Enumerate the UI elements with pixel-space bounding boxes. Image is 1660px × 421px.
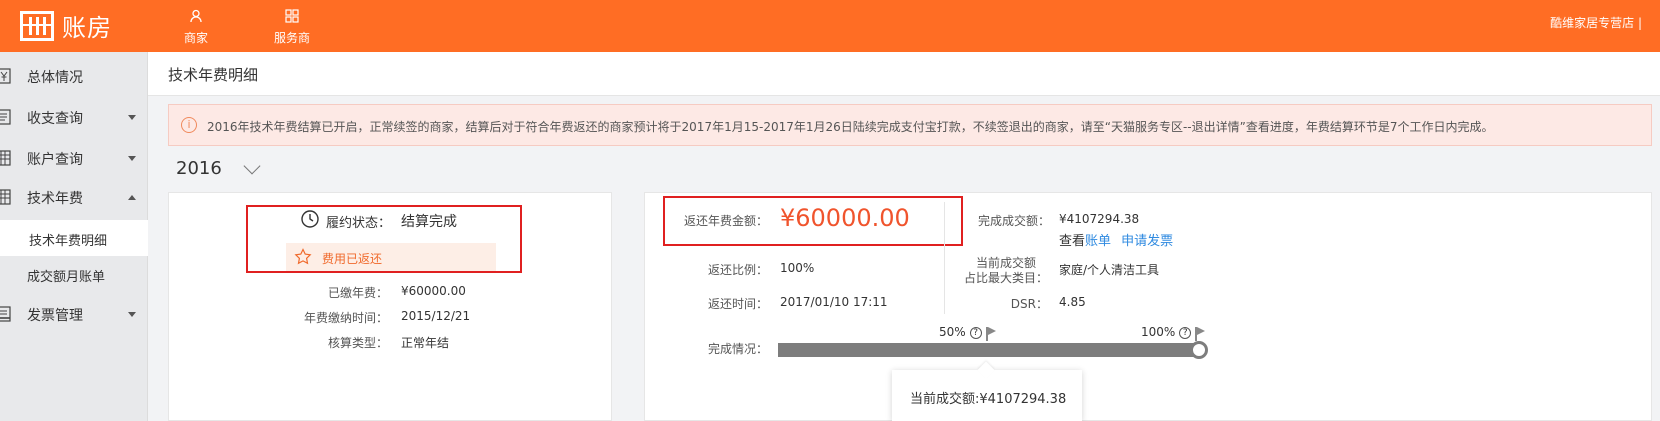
page-title: 技术年费明细 [168, 66, 259, 84]
sidebar-subitem-tech-fee-detail[interactable]: 技术年费明细 [0, 220, 148, 256]
help-icon[interactable]: ? [969, 326, 982, 339]
chevron-down-icon [128, 156, 136, 161]
progress-knob[interactable] [1190, 341, 1208, 359]
tooltip-text: 当前成交额:¥4107294.38 [910, 392, 1067, 407]
logo[interactable]: 账房 [20, 8, 112, 43]
invoice-icon [0, 306, 11, 322]
refund-amount-key: 返还年费金额： [683, 214, 768, 228]
chevron-down-icon [128, 312, 136, 317]
nav-merchant[interactable]: 商家 [166, 6, 226, 46]
refund-tag-label: 费用已返还 [322, 252, 383, 266]
notice-text: 2016年技术年费结算已开启，正常续签的商家，结算后对于符合年费返还的商家预计将… [207, 120, 1494, 134]
refund-ratio-key: 返还比例： [707, 263, 768, 277]
nav-merchant-label: 商家 [183, 31, 208, 45]
contract-status-key: 履约状态： [326, 216, 392, 231]
abacus-icon [20, 10, 54, 41]
ledger-icon [0, 109, 11, 125]
sidebar-item-label: 发票管理 [27, 308, 83, 324]
grid-icon [262, 6, 322, 26]
view-bill-link[interactable]: 账单 [1085, 234, 1111, 249]
marker-50-percent: 50%? [939, 325, 982, 339]
sidebar-item-invoice[interactable]: 发票管理 [0, 294, 148, 334]
fee-paid-time-value: 2015/12/21 [401, 309, 471, 323]
marker-100-label: 100% [1141, 325, 1176, 339]
sidebar: 总体情况 收支查询 账户查询 技术年费 技术年费明细 成交额月账单 发票管理 [0, 52, 148, 421]
table-icon [0, 150, 11, 166]
dsr-value: 4.85 [1059, 295, 1086, 309]
completed-amount-key: 完成成交额： [977, 214, 1050, 228]
refund-amount-value: ¥60000.00 [780, 204, 910, 232]
top-category-value: 家庭/个人清洁工具 [1059, 263, 1160, 277]
dsr-key: DSR： [1010, 297, 1048, 311]
notice-banner: i 2016年技术年费结算已开启，正常续签的商家，结算后对于符合年费返还的商家预… [168, 104, 1652, 146]
sidebar-subitem-label: 成交额月账单 [27, 270, 106, 285]
accounting-type-value: 正常年结 [401, 336, 450, 350]
refund-ratio-value: 100% [780, 261, 815, 275]
logo-text: 账房 [62, 14, 112, 42]
sidebar-item-overview[interactable]: 总体情况 [0, 56, 148, 96]
progress-bar [778, 343, 1198, 357]
refund-time-value: 2017/01/10 17:11 [780, 295, 888, 309]
refund-time-key: 返还时间： [707, 297, 768, 311]
top-bar: 账房 商家 服务商 酷维家居专营店 | [0, 0, 1660, 52]
sidebar-item-label: 收支查询 [27, 111, 83, 127]
yen-icon [0, 68, 11, 84]
flag-icon [986, 327, 996, 341]
sidebar-subitem-label: 技术年费明细 [29, 234, 108, 249]
top-category-key-line2: 占比最大类目： [963, 271, 1048, 285]
table-icon [0, 189, 11, 205]
sidebar-item-label: 总体情况 [27, 70, 83, 86]
sidebar-item-account[interactable]: 账户查询 [0, 138, 148, 178]
completed-amount-value: ¥4107294.38 [1059, 212, 1140, 226]
paid-fee-value: ¥60000.00 [401, 284, 466, 298]
nav-service-provider[interactable]: 服务商 [262, 6, 322, 46]
page-header: 技术年费明细 [148, 52, 1660, 96]
nav-service-provider-label: 服务商 [273, 31, 310, 45]
accounting-type-key: 核算类型： [327, 336, 388, 350]
chevron-down-icon[interactable] [243, 157, 261, 175]
paid-fee-key: 已缴年费： [327, 286, 388, 300]
sidebar-item-income-expense[interactable]: 收支查询 [0, 97, 148, 137]
sidebar-item-label: 账户查询 [27, 152, 83, 168]
sidebar-subitem-monthly-bill[interactable]: 成交额月账单 [0, 256, 148, 292]
apply-invoice-link[interactable]: 申请发票 [1121, 234, 1173, 249]
view-prefix: 查看 [1059, 234, 1086, 249]
history-icon [301, 210, 319, 228]
user-icon [166, 6, 226, 26]
contract-status-value: 结算完成 [401, 214, 457, 230]
help-icon[interactable]: ? [1179, 326, 1192, 339]
sidebar-item-label: 技术年费 [27, 191, 83, 207]
sidebar-item-tech-fee[interactable]: 技术年费 [0, 177, 148, 217]
chevron-up-icon [128, 195, 136, 200]
progress-key: 完成情况： [707, 342, 768, 356]
progress-tooltip: 当前成交额:¥4107294.38 [892, 361, 1082, 421]
info-icon: i [181, 117, 197, 133]
fee-paid-time-key: 年费缴纳时间： [303, 311, 388, 325]
year-label: 2016 [176, 158, 222, 179]
chevron-down-icon [128, 115, 136, 120]
marker-50-label: 50% [939, 325, 966, 339]
bill-links-row: 查看账单 申请发票 [1059, 230, 1173, 249]
star-icon [294, 248, 312, 265]
flag-icon [1195, 327, 1205, 341]
marker-100-percent: 100%? [1141, 325, 1192, 339]
store-name[interactable]: 酷维家居专营店 | [1550, 14, 1642, 31]
refund-tag: 费用已返还 [286, 243, 496, 271]
